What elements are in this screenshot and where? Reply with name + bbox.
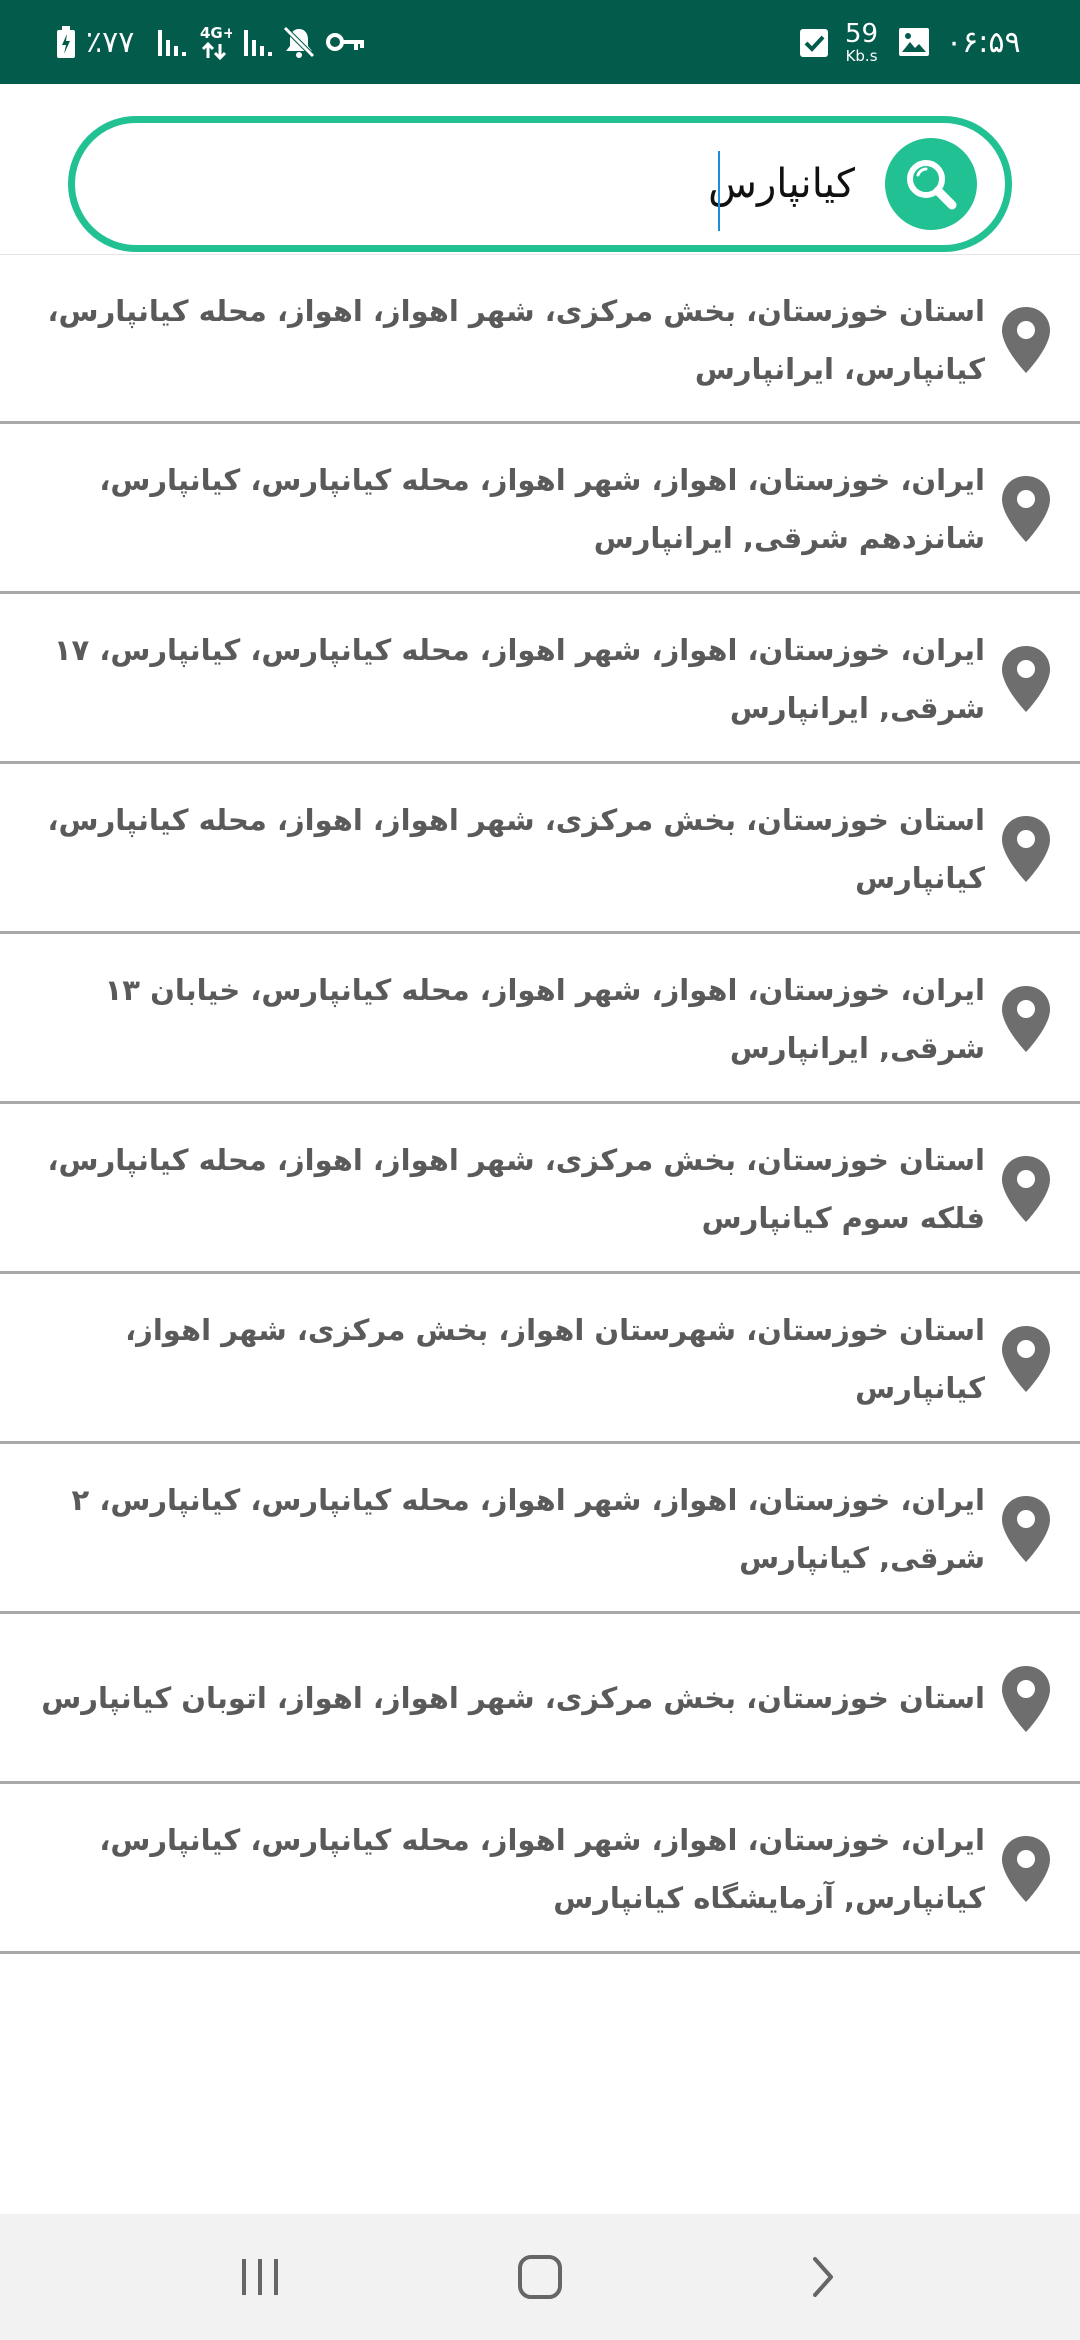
signal-icon	[158, 0, 186, 84]
location-pin-icon	[1002, 1666, 1050, 1732]
result-item[interactable]: ایران، خوزستان، اهواز، شهر اهواز، محله ک…	[0, 424, 1080, 594]
location-pin-icon	[1002, 646, 1050, 712]
result-item[interactable]: استان خوزستان، بخش مرکزی، شهر اهواز، اهو…	[0, 254, 1080, 424]
result-item[interactable]: ایران، خوزستان، اهواز، شهر اهواز، محله ک…	[0, 1784, 1080, 1954]
results-list: استان خوزستان، بخش مرکزی، شهر اهواز، اهو…	[0, 254, 1080, 1954]
text-caret	[718, 151, 720, 231]
recent-apps-icon	[242, 2259, 278, 2295]
navigation-bar	[0, 2214, 1080, 2340]
search-icon	[907, 160, 957, 210]
clock: ۰۶:۵۹	[946, 24, 1021, 60]
result-address: استان خوزستان، بخش مرکزی، شهر اهواز، اهو…	[47, 803, 985, 895]
checkbox-notification-icon	[800, 0, 828, 84]
result-address: ایران، خوزستان، اهواز، شهر اهواز، محله ک…	[99, 1823, 985, 1915]
result-item[interactable]: استان خوزستان، شهرستان اهواز، بخش مرکزی،…	[0, 1274, 1080, 1444]
net-speed-value: 59	[845, 18, 879, 49]
gallery-icon	[898, 0, 930, 84]
search-input[interactable]	[215, 143, 855, 225]
location-pin-icon	[1002, 1156, 1050, 1222]
result-address: ایران، خوزستان، اهواز، شهر اهواز، محله ک…	[53, 633, 985, 725]
result-item[interactable]: ایران، خوزستان، اهواز، شهر اهواز، محله ک…	[0, 594, 1080, 764]
location-pin-icon	[1002, 1836, 1050, 1902]
location-pin-icon	[1002, 986, 1050, 1052]
result-item[interactable]: ایران، خوزستان، اهواز، شهر اهواز، محله ک…	[0, 934, 1080, 1104]
net-speed-indicator: 59 Kb.s	[845, 0, 878, 84]
location-pin-icon	[1002, 1326, 1050, 1392]
result-address: ایران، خوزستان، اهواز، شهر اهواز، محله ک…	[71, 1483, 985, 1575]
result-address: استان خوزستان، شهرستان اهواز، بخش مرکزی،…	[125, 1313, 985, 1405]
svg-text:4G+: 4G+	[200, 24, 232, 42]
result-address: ایران، خوزستان، اهواز، شهر اهواز، محله ک…	[99, 463, 985, 555]
back-button[interactable]	[762, 2232, 882, 2322]
location-pin-icon	[1002, 307, 1050, 373]
result-item[interactable]: استان خوزستان، بخش مرکزی، شهر اهواز، اهو…	[0, 1614, 1080, 1784]
search-button[interactable]	[885, 138, 977, 230]
result-item[interactable]: استان خوزستان، بخش مرکزی، شهر اهواز، اهو…	[0, 1104, 1080, 1274]
search-bar[interactable]	[68, 116, 1012, 252]
result-address: استان خوزستان، بخش مرکزی، شهر اهواز، اهو…	[41, 1681, 985, 1715]
home-button[interactable]	[480, 2232, 600, 2322]
result-address: استان خوزستان، بخش مرکزی، شهر اهواز، اهو…	[47, 1143, 985, 1235]
net-speed-unit: Kb.s	[845, 46, 878, 65]
location-pin-icon	[1002, 1496, 1050, 1562]
vpn-key-icon	[326, 0, 366, 84]
location-pin-icon	[1002, 476, 1050, 542]
battery-charging-icon	[56, 0, 76, 84]
4g-data-icon: 4G+	[198, 0, 232, 84]
status-bar: ٪۷۷ 4G+ 59 Kb.s ۰۶:۵۹	[0, 0, 1080, 84]
back-icon	[813, 2257, 833, 2297]
location-pin-icon	[1002, 816, 1050, 882]
result-item[interactable]: ایران، خوزستان، اهواز، شهر اهواز، محله ک…	[0, 1444, 1080, 1614]
result-address: ایران، خوزستان، اهواز، شهر اهواز، محله ک…	[104, 973, 985, 1065]
recent-apps-button[interactable]	[200, 2232, 320, 2322]
home-icon	[518, 2255, 562, 2299]
result-address: استان خوزستان، بخش مرکزی، شهر اهواز، اهو…	[47, 294, 985, 386]
battery-percent: ٪۷۷	[86, 24, 135, 60]
mute-icon	[282, 0, 316, 84]
signal-icon	[244, 0, 272, 84]
result-item[interactable]: استان خوزستان، بخش مرکزی، شهر اهواز، اهو…	[0, 764, 1080, 934]
